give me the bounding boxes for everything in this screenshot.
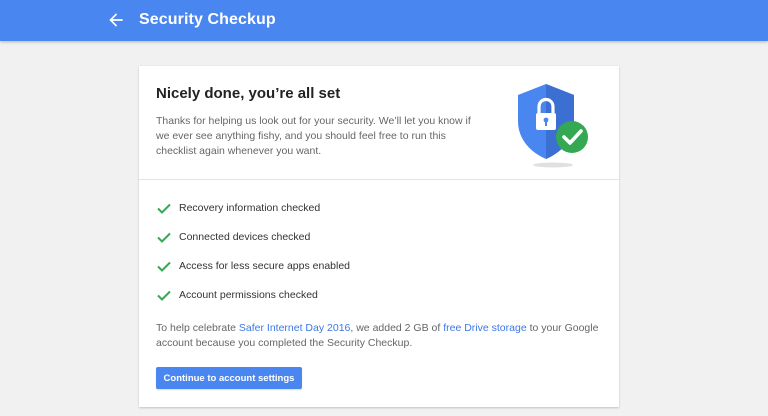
app-bar: Security Checkup — [0, 0, 768, 41]
free-drive-storage-link[interactable]: free Drive storage — [443, 322, 526, 334]
checklist-item-label: Account permissions checked — [179, 289, 318, 301]
safer-internet-day-link[interactable]: Safer Internet Day 2016 — [239, 322, 351, 334]
check-icon — [157, 261, 171, 272]
card-heading: Nicely done, you’re all set — [156, 85, 341, 102]
promo-text-part: , we added 2 GB of — [350, 322, 444, 334]
page-title: Security Checkup — [139, 11, 276, 28]
arrow-back-icon[interactable] — [106, 10, 126, 30]
continue-to-account-settings-button[interactable]: Continue to account settings — [156, 367, 302, 389]
card-header-section: Nicely done, you’re all set Thanks for h… — [139, 66, 619, 180]
checklist-item-label: Access for less secure apps enabled — [179, 260, 351, 272]
check-icon — [157, 290, 171, 301]
card-intro-text: Thanks for helping us look out for your … — [156, 115, 471, 157]
check-icon — [157, 203, 171, 214]
promo-text: To help celebrate Safer Internet Day 201… — [156, 321, 606, 351]
checklist-item-label: Recovery information checked — [179, 202, 321, 214]
shield-lock-check-icon — [518, 84, 588, 168]
promo-text-part: To help celebrate — [156, 322, 239, 334]
checkup-card: Nicely done, you’re all set Thanks for h… — [139, 66, 619, 407]
checklist-item-label: Connected devices checked — [179, 231, 311, 243]
check-icon — [157, 232, 171, 243]
